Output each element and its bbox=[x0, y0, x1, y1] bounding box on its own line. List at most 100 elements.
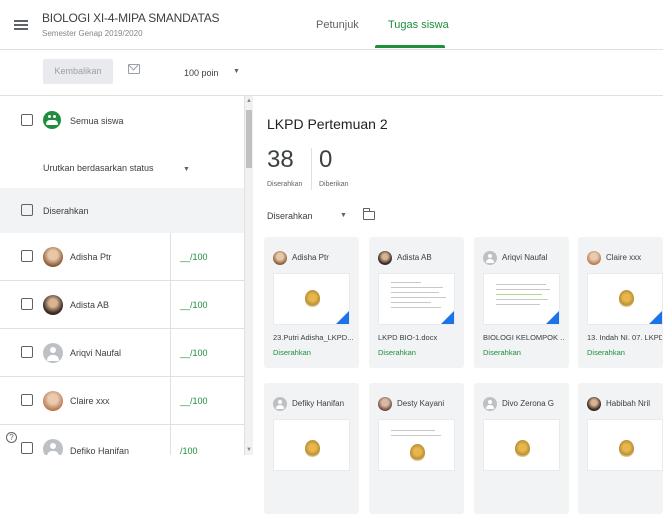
student-avatar bbox=[378, 251, 392, 265]
tab-instructions[interactable]: Petunjuk bbox=[316, 19, 359, 31]
grade-input[interactable]: __/100 bbox=[180, 252, 208, 262]
doc-line bbox=[496, 299, 548, 300]
card-status: Diserahkan bbox=[587, 348, 625, 357]
card-student-name: Desty Kayani bbox=[397, 399, 445, 408]
doc-line bbox=[391, 430, 435, 431]
card-student-name: Adista AB bbox=[397, 253, 432, 262]
card-status: Diserahkan bbox=[483, 348, 521, 357]
doc-line bbox=[391, 435, 441, 436]
student-row[interactable]: Claire xxx __/100 bbox=[0, 377, 244, 424]
card-status: Diserahkan bbox=[378, 348, 416, 357]
student-checkbox[interactable] bbox=[21, 298, 33, 310]
student-name: Adisha Ptr bbox=[70, 252, 112, 262]
points-select[interactable]: 100 poin bbox=[184, 68, 219, 78]
submitted-count-label: Diserahkan bbox=[267, 181, 303, 188]
email-icon[interactable] bbox=[128, 64, 140, 74]
submitted-count: 38 bbox=[267, 146, 294, 173]
assigned-count-label: Diberikan bbox=[319, 181, 349, 188]
status-filter-select[interactable]: Diserahkan bbox=[267, 211, 313, 221]
student-checkbox[interactable] bbox=[21, 442, 33, 454]
grade-input[interactable]: __/100 bbox=[180, 300, 208, 310]
student-avatar bbox=[378, 397, 392, 411]
student-checkbox[interactable] bbox=[21, 250, 33, 262]
doc-line bbox=[496, 294, 542, 295]
submission-card[interactable]: Divo Zerona G bbox=[474, 383, 569, 514]
doc-line bbox=[391, 282, 421, 283]
help-icon[interactable]: ? bbox=[6, 432, 17, 443]
filter-dropdown-arrow-icon[interactable]: ▼ bbox=[340, 212, 347, 219]
file-thumbnail bbox=[483, 419, 560, 471]
school-seal-icon bbox=[619, 290, 634, 307]
card-student-name: Habibah Nril bbox=[606, 399, 651, 408]
sort-dropdown-arrow-icon[interactable]: ▼ bbox=[183, 166, 190, 173]
class-title[interactable]: BIOLOGI XI-4-MIPA SMANDATAS bbox=[42, 11, 220, 25]
submission-card[interactable]: Ariqvi Naufal BIOLOGI KELOMPOK ... Diser… bbox=[474, 237, 569, 368]
default-avatar-icon bbox=[43, 343, 63, 363]
doc-type-corner-icon bbox=[441, 311, 454, 324]
file-thumbnail bbox=[273, 273, 350, 325]
card-file-name: 23.Putri Adisha_LKPD... bbox=[273, 333, 354, 342]
submission-card[interactable]: Adisha Ptr 23.Putri Adisha_LKPD... Diser… bbox=[264, 237, 359, 368]
hamburger-menu-icon[interactable] bbox=[14, 20, 28, 30]
student-avatar bbox=[43, 391, 63, 411]
student-row[interactable]: Defiko Hanifan /100 bbox=[0, 425, 244, 455]
grade-input[interactable]: __/100 bbox=[180, 348, 208, 358]
grading-toolbar: Kembalikan 100 poin ▼ bbox=[0, 50, 663, 96]
section-label: Diserahkan bbox=[43, 206, 89, 216]
doc-line bbox=[496, 289, 550, 290]
school-seal-icon bbox=[619, 440, 634, 457]
tab-student-work[interactable]: Tugas siswa bbox=[388, 19, 449, 31]
stat-divider bbox=[311, 148, 312, 190]
section-checkbox[interactable] bbox=[21, 204, 33, 216]
top-app-bar: BIOLOGI XI-4-MIPA SMANDATAS Semester Gen… bbox=[0, 0, 663, 50]
submission-card[interactable]: Desty Kayani bbox=[369, 383, 464, 514]
file-thumbnail bbox=[587, 419, 663, 471]
card-file-name: BIOLOGI KELOMPOK ... bbox=[483, 333, 565, 342]
file-thumbnail bbox=[378, 273, 455, 325]
grade-input[interactable]: __/100 bbox=[180, 396, 208, 406]
points-dropdown-arrow-icon[interactable]: ▼ bbox=[233, 68, 240, 75]
scrollbar-thumb[interactable] bbox=[246, 110, 252, 168]
student-checkbox[interactable] bbox=[21, 394, 33, 406]
assignment-title: LKPD Pertemuan 2 bbox=[267, 116, 388, 132]
default-avatar-icon bbox=[43, 439, 63, 455]
all-students-icon bbox=[43, 111, 61, 129]
return-button[interactable]: Kembalikan bbox=[43, 59, 113, 84]
sort-select[interactable]: Urutkan berdasarkan status bbox=[43, 163, 154, 173]
student-row[interactable]: Adista AB __/100 bbox=[0, 281, 244, 328]
card-student-name: Divo Zerona G bbox=[502, 399, 555, 408]
submission-card[interactable]: Adista AB LKPD BIO-1.docx Diserahkan bbox=[369, 237, 464, 368]
scroll-down-arrow-icon[interactable]: ▼ bbox=[246, 447, 252, 453]
school-seal-icon bbox=[305, 440, 320, 457]
card-file-name: LKPD BIO-1.docx bbox=[378, 333, 438, 342]
submission-card[interactable]: Claire xxx 13. Indah NI. 07. LKPD... Dis… bbox=[578, 237, 663, 368]
all-students-label[interactable]: Semua siswa bbox=[70, 116, 124, 126]
grade-input[interactable]: /100 bbox=[180, 446, 198, 455]
doc-line bbox=[496, 284, 546, 285]
doc-line bbox=[391, 302, 431, 303]
submission-card[interactable]: Habibah Nril bbox=[578, 383, 663, 514]
card-file-name: 13. Indah NI. 07. LKPD... bbox=[587, 333, 662, 342]
card-status: Diserahkan bbox=[273, 348, 311, 357]
scroll-up-arrow-icon[interactable]: ▲ bbox=[246, 98, 252, 104]
student-row[interactable]: Adisha Ptr __/100 bbox=[0, 233, 244, 280]
student-list-scrollbar[interactable]: ▲ ▼ bbox=[244, 96, 253, 455]
submission-card[interactable]: Defiky Hanifan bbox=[264, 383, 359, 514]
doc-line bbox=[391, 307, 441, 308]
doc-line bbox=[496, 304, 540, 305]
student-list-panel: Semua siswa Urutkan berdasarkan status ▼… bbox=[0, 96, 244, 455]
student-name: Adista AB bbox=[70, 300, 110, 310]
class-subtitle: Semester Genap 2019/2020 bbox=[42, 29, 143, 38]
student-avatar bbox=[587, 397, 601, 411]
folder-icon[interactable] bbox=[363, 208, 375, 220]
student-checkbox[interactable] bbox=[21, 346, 33, 358]
file-thumbnail bbox=[587, 273, 663, 325]
student-avatar bbox=[273, 251, 287, 265]
doc-line bbox=[391, 292, 439, 293]
student-avatar bbox=[43, 247, 63, 267]
student-row[interactable]: Ariqvi Naufal __/100 bbox=[0, 329, 244, 376]
student-name: Claire xxx bbox=[70, 396, 110, 406]
select-all-checkbox[interactable] bbox=[21, 114, 33, 126]
school-seal-icon bbox=[515, 440, 530, 457]
assigned-count: 0 bbox=[319, 146, 333, 173]
